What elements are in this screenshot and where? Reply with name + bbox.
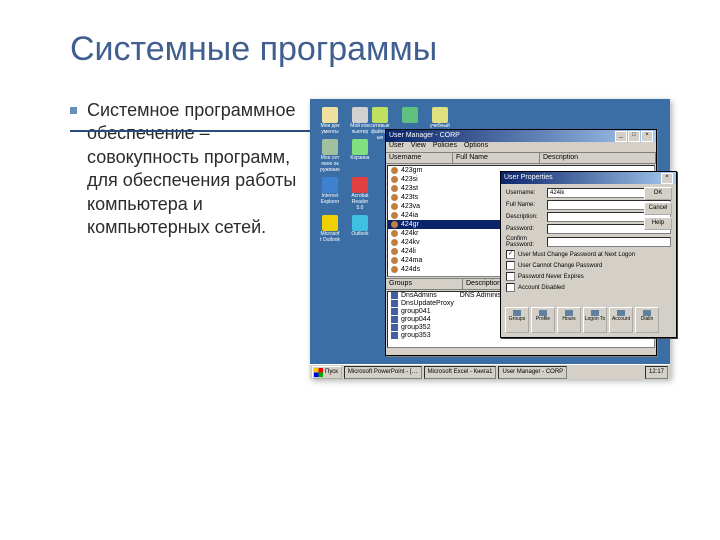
confirm-password-input[interactable] <box>547 237 671 247</box>
maximize-button[interactable]: □ <box>628 131 640 142</box>
taskbar-item[interactable]: Microsoft Excel - Книга1 <box>424 366 497 379</box>
windows-flag-icon <box>314 368 323 377</box>
minimize-button[interactable]: _ <box>615 131 627 142</box>
help-button[interactable]: Help <box>644 217 672 230</box>
ok-button[interactable]: OK <box>644 187 672 200</box>
taskbar[interactable]: Пуск Microsoft PowerPoint - [… Microsoft… <box>310 364 670 379</box>
slide-title: Системные программы <box>70 30 680 69</box>
user-list-header: Username Full Name Description <box>386 153 656 164</box>
dialog-titlebar[interactable]: User Properties × <box>501 172 676 184</box>
close-button[interactable]: × <box>641 131 653 142</box>
bullet-1: Системное программное обеспечение – сово… <box>70 99 300 239</box>
logonto-button[interactable]: Logon To <box>583 307 607 333</box>
system-tray[interactable]: 12:17 <box>645 366 668 379</box>
windows-desktop-screenshot: Мои документы Мой компьютер Мое сетевое … <box>310 99 670 379</box>
account-button[interactable]: Account <box>609 307 633 333</box>
user-properties-dialog: User Properties × Username:424ik Full Na… <box>500 171 677 338</box>
dialog-toolbar: Groups Profile Hours Logon To Account Di… <box>505 307 659 333</box>
window-title: User Manager - CORP <box>389 130 460 142</box>
dialog-title: User Properties <box>504 172 553 184</box>
window-titlebar[interactable]: User Manager - CORP _ □ × <box>386 130 656 142</box>
start-button[interactable]: Пуск <box>312 366 342 379</box>
bullet-text: Системное программное обеспечение – сово… <box>87 99 300 239</box>
taskbar-item[interactable]: Microsoft PowerPoint - [… <box>344 366 422 379</box>
taskbar-item[interactable]: User Manager - CORP <box>498 366 567 379</box>
hours-button[interactable]: Hours <box>557 307 581 333</box>
cancel-button[interactable]: Cancel <box>644 202 672 215</box>
dialin-button[interactable]: Dialin <box>635 307 659 333</box>
dialog-close-button[interactable]: × <box>661 173 673 184</box>
bullet-square-icon <box>70 107 77 114</box>
menubar[interactable]: UserViewPoliciesOptions <box>386 142 656 153</box>
profile-button[interactable]: Profile <box>531 307 555 333</box>
groups-button[interactable]: Groups <box>505 307 529 333</box>
